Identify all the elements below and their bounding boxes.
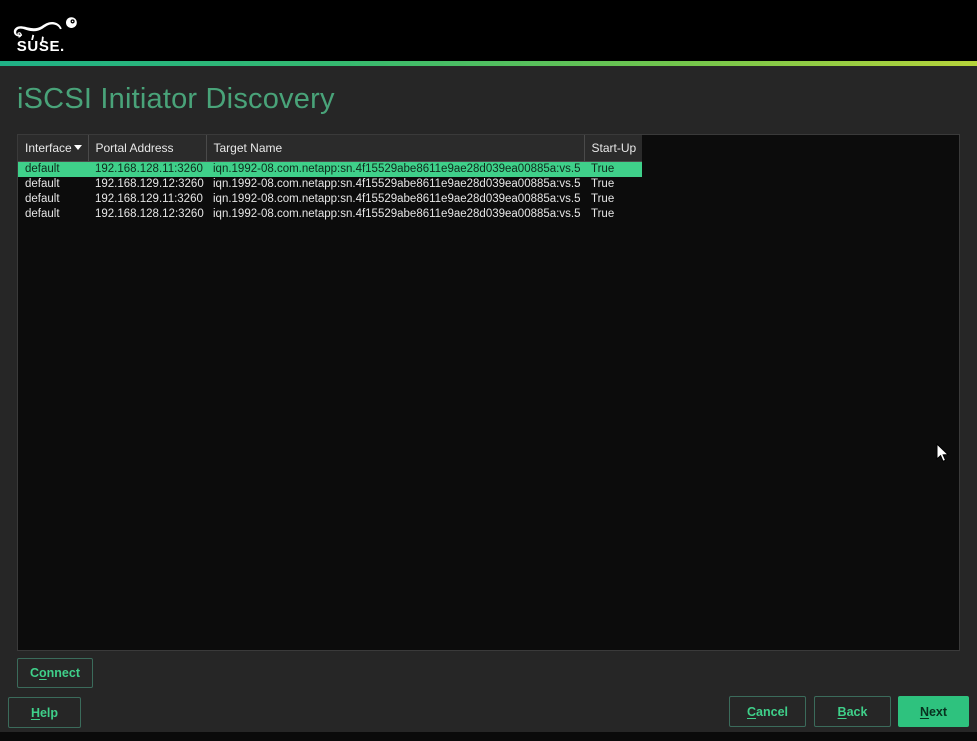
table-row[interactable]: default 192.168.128.11:3260 iqn.1992-08.…	[18, 161, 642, 177]
next-button[interactable]: Next	[898, 696, 969, 727]
column-header-label: Interface	[25, 140, 72, 155]
table-row[interactable]: default 192.168.128.12:3260 iqn.1992-08.…	[18, 207, 642, 222]
cell-portal-address: 192.168.129.11:3260	[95, 193, 203, 205]
help-button-label: Help	[30, 705, 59, 720]
column-header-label: Start-Up	[591, 140, 637, 155]
targets-grid: Interface Portal Address Target Name Sta…	[18, 135, 642, 222]
column-header-target-name[interactable]: Target Name	[206, 135, 585, 162]
column-header-portal-address[interactable]: Portal Address	[88, 135, 207, 162]
next-button-label: Next	[919, 704, 948, 719]
svg-text:SUSE.: SUSE.	[17, 38, 65, 54]
discovered-targets-table[interactable]: Interface Portal Address Target Name Sta…	[17, 134, 960, 651]
suse-logo: SUSE.	[12, 8, 84, 54]
help-button[interactable]: Help	[8, 697, 81, 728]
cell-target-name: iqn.1992-08.com.netapp:sn.4f15529abe8611…	[213, 208, 581, 220]
back-button[interactable]: Back	[814, 696, 891, 727]
connect-button-label: Connect	[29, 666, 80, 680]
cell-interface: default	[25, 178, 60, 190]
sort-ascending-icon	[73, 145, 82, 150]
connect-button[interactable]: Connect	[17, 658, 93, 688]
column-header-label: Target Name	[213, 140, 283, 155]
cell-portal-address: 192.168.128.12:3260	[95, 208, 204, 220]
cell-interface: default	[18, 161, 88, 177]
table-row[interactable]: default 192.168.129.11:3260 iqn.1992-08.…	[18, 192, 642, 207]
window-footer	[0, 732, 977, 741]
column-header-start-up[interactable]: Start-Up	[584, 135, 642, 162]
page-title: iSCSI Initiator Discovery	[17, 83, 335, 115]
cell-interface: default	[25, 193, 60, 205]
back-button-label: Back	[837, 704, 868, 719]
table-row[interactable]: default 192.168.129.12:3260 iqn.1992-08.…	[18, 177, 642, 192]
cell-portal-address: 192.168.129.12:3260	[95, 178, 204, 190]
cell-interface: default	[25, 208, 60, 220]
cell-start-up: True	[591, 193, 615, 205]
table-header-row: Interface Portal Address Target Name Sta…	[18, 135, 642, 162]
top-banner: SUSE.	[0, 0, 977, 61]
column-header-interface[interactable]: Interface	[18, 135, 89, 162]
cancel-button-label: Cancel	[747, 704, 788, 719]
dialog-body: iSCSI Initiator Discovery Interface Port…	[0, 66, 977, 732]
cell-portal-address: 192.168.128.11:3260	[88, 161, 206, 177]
cell-target-name: iqn.1992-08.com.netapp:sn.4f15529abe8611…	[213, 178, 581, 190]
cell-start-up: True	[591, 208, 615, 220]
cell-start-up: True	[591, 178, 615, 190]
cell-target-name: iqn.1992-08.com.netapp:sn.4f15529abe8611…	[206, 161, 584, 177]
cancel-button[interactable]: Cancel	[729, 696, 806, 727]
cell-start-up: True	[584, 161, 642, 177]
cell-target-name: iqn.1992-08.com.netapp:sn.4f15529abe8611…	[213, 193, 581, 205]
column-header-label: Portal Address	[95, 140, 174, 155]
